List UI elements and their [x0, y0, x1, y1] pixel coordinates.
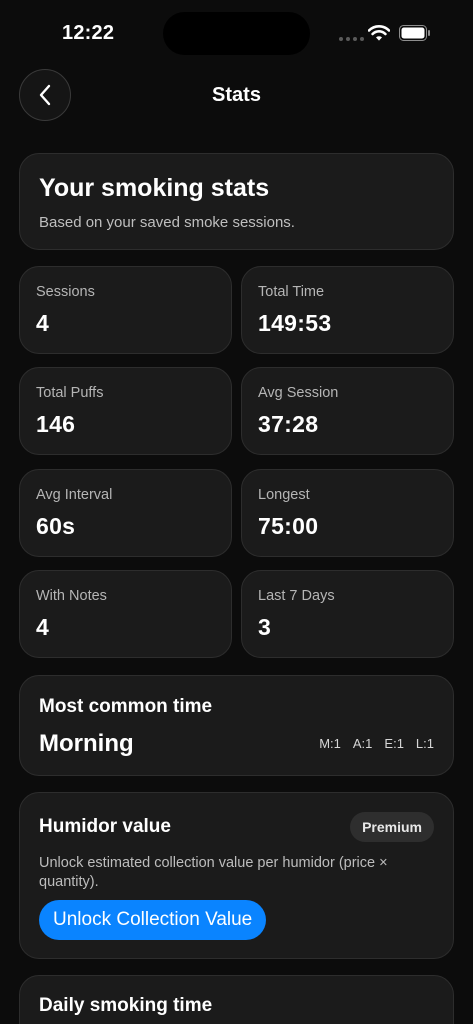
- most-common-time-value: Morning: [39, 730, 134, 757]
- stat-label: Avg Session: [258, 385, 339, 401]
- breakdown-late: L:1: [415, 736, 434, 751]
- premium-badge: Premium: [350, 812, 434, 842]
- daily-smoking-time-title: Daily smoking time: [39, 995, 213, 1016]
- humidor-value-description: Unlock estimated collection value per hu…: [39, 855, 388, 890]
- stat-label: With Notes: [36, 588, 107, 604]
- cellular-signal-icon: [339, 37, 364, 41]
- navigation-bar: Stats: [0, 66, 473, 124]
- status-bar: 12:22: [0, 0, 473, 60]
- stat-value: 3: [258, 614, 272, 640]
- stat-card-total-puffs: Total Puffs 146: [19, 367, 232, 455]
- stat-card-last-7-days: Last 7 Days 3: [241, 570, 454, 658]
- breakdown-afternoon: A:1: [352, 736, 373, 751]
- most-common-time-title: Most common time: [39, 696, 213, 717]
- stat-value: 146: [36, 411, 76, 437]
- stat-label: Sessions: [36, 284, 95, 300]
- humidor-value-title: Humidor value: [39, 816, 171, 837]
- stat-value: 4: [36, 310, 50, 336]
- daily-smoking-time-card: Daily smoking time: [19, 975, 454, 1024]
- breakdown-evening: E:1: [384, 736, 404, 751]
- stats-header-card: Your smoking stats Based on your saved s…: [19, 153, 454, 250]
- stat-card-total-time: Total Time 149:53: [241, 266, 454, 354]
- stats-subheading: Based on your saved smoke sessions.: [39, 214, 295, 231]
- stat-value: 37:28: [258, 411, 319, 437]
- most-common-time-card: Most common time Morning M:1 A:1 E:1 L:1: [19, 675, 454, 776]
- stat-value: 60s: [36, 513, 76, 539]
- wifi-icon: [368, 25, 390, 41]
- humidor-value-card: Humidor value Premium Unlock estimated c…: [19, 792, 454, 959]
- dynamic-island: [163, 12, 310, 55]
- page-title: Stats: [212, 84, 261, 106]
- stat-label: Longest: [258, 487, 310, 503]
- time-of-day-breakdown: M:1 A:1 E:1 L:1: [319, 736, 434, 751]
- stat-card-longest: Longest 75:00: [241, 469, 454, 557]
- stats-heading: Your smoking stats: [39, 174, 270, 202]
- stat-value: 75:00: [258, 513, 319, 539]
- stat-label: Total Puffs: [36, 385, 104, 401]
- stat-card-sessions: Sessions 4: [19, 266, 232, 354]
- stat-card-avg-session: Avg Session 37:28: [241, 367, 454, 455]
- breakdown-morning: M:1: [319, 736, 341, 751]
- stat-value: 4: [36, 614, 50, 640]
- stat-card-with-notes: With Notes 4: [19, 570, 232, 658]
- battery-icon: [399, 25, 430, 41]
- stat-label: Last 7 Days: [258, 588, 335, 604]
- stat-value: 149:53: [258, 310, 332, 336]
- stat-label: Total Time: [258, 284, 325, 300]
- stat-label: Avg Interval: [36, 487, 113, 503]
- unlock-collection-value-button[interactable]: Unlock Collection Value: [39, 900, 267, 940]
- stat-card-avg-interval: Avg Interval 60s: [19, 469, 232, 557]
- status-time: 12:22: [62, 22, 115, 44]
